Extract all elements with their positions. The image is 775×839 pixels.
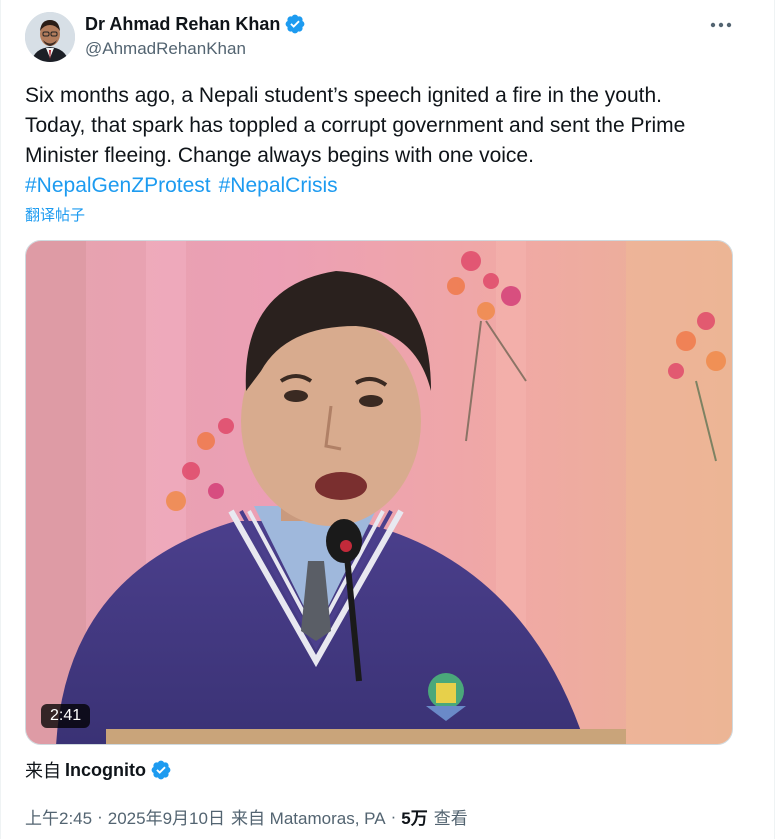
tweet-card: Dr Ahmad Rehan Khan @AhmadRehanKhan Six …	[0, 0, 775, 839]
hashtag-link[interactable]: #NepalCrisis	[219, 174, 338, 197]
video-player[interactable]: 2:41	[25, 240, 733, 745]
views-label: 查看	[433, 809, 468, 828]
author-handle[interactable]: @AhmadRehanKhan	[85, 39, 246, 59]
hashtag-link[interactable]: #NepalGenZProtest	[25, 174, 211, 197]
video-thumbnail	[26, 241, 732, 744]
tweet-text: Six months ago, a Nepali student’s speec…	[25, 81, 745, 201]
source-prefix: 来自	[25, 761, 61, 781]
verified-badge-icon	[284, 13, 306, 35]
tweet-meta: 上午2:45 · 2025年9月10日 来自 Matamoras, PA · 5…	[25, 804, 468, 829]
separator-dot: ·	[390, 806, 397, 826]
tweet-text-line: Today, that spark has toppled a corrupt …	[25, 114, 686, 137]
tweet-location: 来自 Matamoras, PA	[230, 809, 386, 828]
translate-post-link[interactable]: 翻译帖子	[25, 204, 85, 225]
verified-badge-icon	[150, 759, 172, 781]
tweet-date[interactable]: 2025年9月10日	[108, 804, 225, 829]
video-duration: 2:41	[41, 704, 91, 728]
separator-dot: ·	[97, 806, 103, 826]
author-name-row: Dr Ahmad Rehan Khan	[85, 13, 306, 35]
source-attribution: 来自 Incognito	[25, 757, 172, 783]
tweet-text-line: Six months ago, a Nepali student’s speec…	[25, 84, 663, 107]
source-name-link[interactable]: Incognito	[65, 760, 146, 781]
more-options-icon[interactable]	[701, 12, 741, 38]
avatar[interactable]	[25, 12, 75, 62]
tweet-text-line: Minister fleeing. Change always begins w…	[25, 144, 534, 167]
views-count: 5万	[401, 809, 428, 828]
hashtag-row: #NepalGenZProtest #NepalCrisis	[25, 171, 745, 201]
tweet-time[interactable]: 上午2:45	[25, 804, 92, 829]
author-display-name[interactable]: Dr Ahmad Rehan Khan	[85, 14, 280, 35]
